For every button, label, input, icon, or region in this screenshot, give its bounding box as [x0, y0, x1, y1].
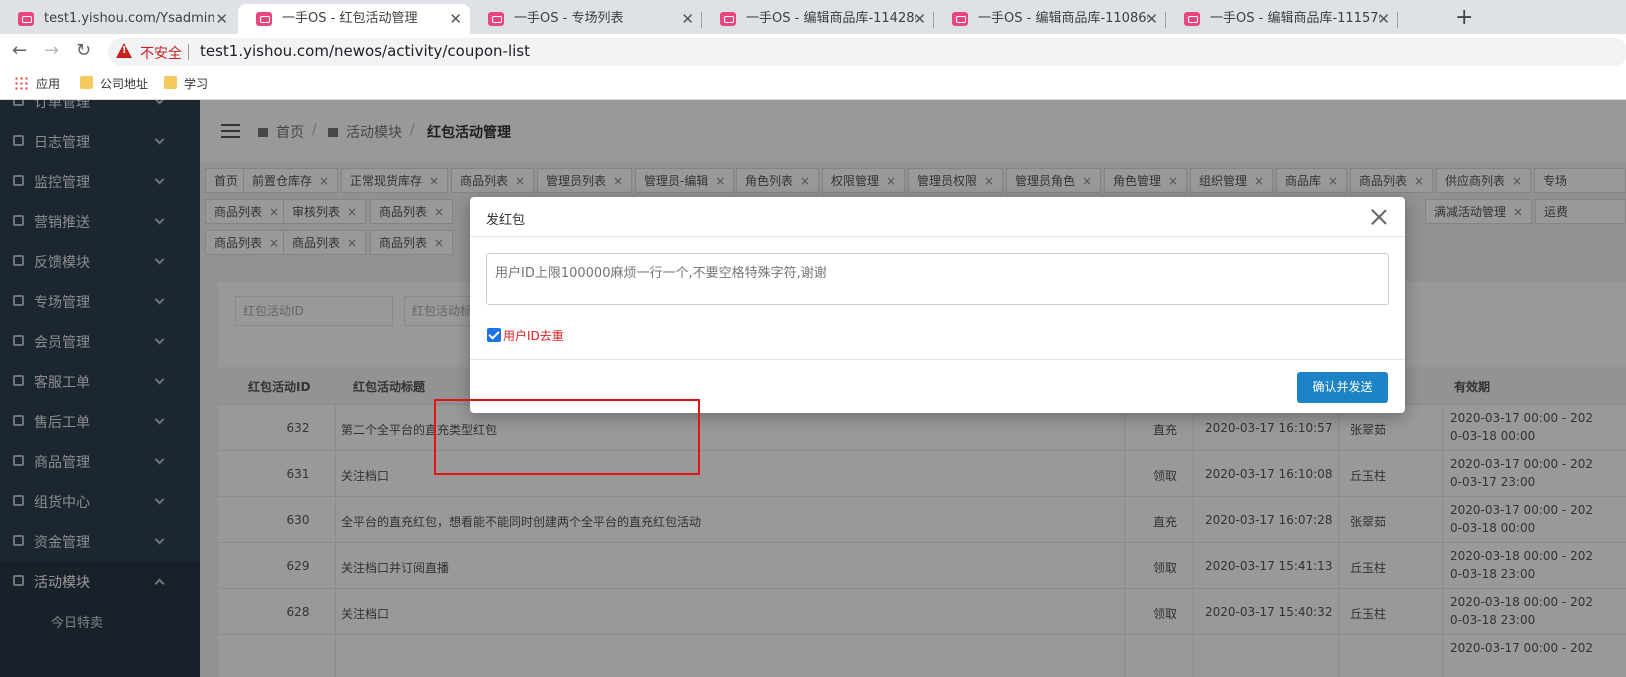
- modal-title: 发红包: [486, 213, 526, 228]
- close-icon[interactable]: [1371, 209, 1387, 225]
- tab-title: 一手OS - 编辑商品库-11086003: [978, 11, 1148, 26]
- modal-header: 发红包: [470, 197, 1405, 237]
- bookmark-label: 公司地址: [100, 77, 149, 91]
- browser-tab[interactable]: 一手OS - 专场列表 ✕: [470, 4, 702, 34]
- tab-title: test1.yishou.com/Ysadmin/Ind: [44, 11, 214, 26]
- browser-tab[interactable]: test1.yishou.com/Ysadmin/Ind ✕: [0, 4, 236, 34]
- warning-triangle-icon: [116, 43, 132, 58]
- user-id-textarea[interactable]: [486, 253, 1389, 305]
- folder-icon: [164, 76, 177, 89]
- browser-tab[interactable]: 一手OS - 编辑商品库-11428000 ✕: [702, 4, 934, 34]
- folder-icon: [80, 76, 93, 89]
- bookmark-label: 应用: [36, 77, 61, 91]
- dedupe-checkbox[interactable]: [487, 328, 501, 342]
- bookmark-company[interactable]: 公司地址: [78, 75, 148, 92]
- site-favicon-icon: [952, 12, 968, 26]
- browser-tab-active[interactable]: 一手OS - 红包活动管理 ✕: [238, 4, 470, 34]
- browser-tab[interactable]: 一手OS - 编辑商品库-11157000 ✕: [1166, 4, 1398, 34]
- tab-close-icon[interactable]: ✕: [1377, 4, 1390, 34]
- site-favicon-icon: [18, 12, 34, 26]
- site-favicon-icon: [488, 12, 504, 26]
- tab-title: 一手OS - 编辑商品库-11157000: [1210, 11, 1380, 26]
- site-favicon-icon: [1184, 12, 1200, 26]
- browser-tab-strip: test1.yishou.com/Ysadmin/Ind ✕ 一手OS - 红包…: [0, 0, 1626, 34]
- tab-close-icon[interactable]: ✕: [449, 4, 462, 34]
- url-text[interactable]: test1.yishou.com/newos/activity/coupon-l…: [200, 42, 530, 60]
- tab-title: 一手OS - 红包活动管理: [282, 11, 418, 26]
- tab-title: 一手OS - 编辑商品库-11428000: [746, 11, 916, 26]
- bookmark-apps[interactable]: 应用: [14, 75, 60, 92]
- tab-close-icon[interactable]: ✕: [215, 4, 228, 34]
- new-tab-plus-icon[interactable]: +: [1455, 4, 1473, 32]
- send-coupon-modal: 发红包 用户ID去重 确认并发送: [470, 197, 1405, 413]
- tab-close-icon[interactable]: ✕: [1145, 4, 1158, 34]
- bookmark-study[interactable]: 学习: [162, 75, 208, 92]
- confirm-send-button[interactable]: 确认并发送: [1297, 372, 1388, 403]
- tab-close-icon[interactable]: ✕: [681, 4, 694, 34]
- bookmark-label: 学习: [184, 77, 209, 91]
- dedupe-checkbox-label[interactable]: 用户ID去重: [503, 327, 564, 344]
- highlight-annotation-box: [434, 399, 700, 475]
- back-arrow-icon[interactable]: ←: [12, 40, 27, 61]
- site-favicon-icon: [256, 12, 272, 26]
- tab-title: 一手OS - 专场列表: [514, 11, 624, 26]
- bookmarks-bar: 应用 公司地址 学习: [0, 68, 1626, 100]
- reload-icon[interactable]: ↻: [76, 40, 91, 61]
- forward-arrow-icon[interactable]: →: [44, 40, 59, 61]
- security-status[interactable]: 不安全: [140, 43, 182, 63]
- site-favicon-icon: [720, 12, 736, 26]
- tab-close-icon[interactable]: ✕: [913, 4, 926, 34]
- app-page: 订单管理 日志管理 监控管理 营销推送 反馈模块 专场管理 会员管理 客服工单 …: [0, 100, 1626, 677]
- address-bar-row: ← → ↻ 不安全 test1.yishou.com/newos/activit…: [0, 34, 1626, 68]
- omnibox[interactable]: 不安全 test1.yishou.com/newos/activity/coup…: [108, 38, 1626, 66]
- apps-grid-icon: [14, 76, 28, 90]
- browser-tab[interactable]: 一手OS - 编辑商品库-11086003 ✕: [934, 4, 1166, 34]
